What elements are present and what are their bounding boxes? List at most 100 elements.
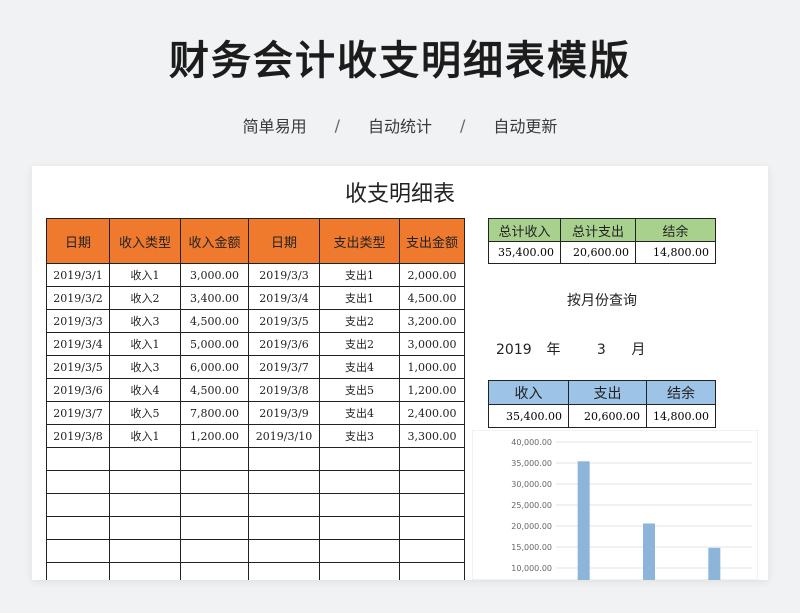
empty-cell[interactable] (180, 516, 249, 540)
cell-income-date[interactable]: 2019/3/5 (46, 355, 110, 379)
monthly-balance-value[interactable]: 14,800.00 (646, 404, 716, 428)
cell-expense-amount[interactable]: 2,400.00 (399, 401, 465, 425)
empty-cell[interactable] (109, 493, 181, 517)
empty-cell[interactable] (399, 493, 465, 517)
cell-income-date[interactable]: 2019/3/7 (46, 401, 110, 425)
cell-expense-amount[interactable]: 1,000.00 (399, 355, 465, 379)
bar-2[interactable] (708, 547, 721, 580)
cell-expense-date[interactable]: 2019/3/7 (248, 355, 320, 379)
total-expense-value[interactable]: 20,600.00 (560, 241, 636, 264)
header-expense-date[interactable]: 日期 (248, 218, 320, 264)
header-expense-amount[interactable]: 支出金额 (399, 218, 465, 264)
cell-income-date[interactable]: 2019/3/8 (46, 424, 110, 448)
header-income-type[interactable]: 收入类型 (109, 218, 181, 264)
empty-cell[interactable] (46, 493, 110, 517)
query-month[interactable]: 3 (597, 342, 627, 358)
cell-expense-amount[interactable]: 3,000.00 (399, 332, 465, 356)
cell-income-type[interactable]: 收入1 (109, 424, 181, 448)
cell-income-type[interactable]: 收入3 (109, 355, 181, 379)
cell-expense-date[interactable]: 2019/3/6 (248, 332, 320, 356)
monthly-expense-value[interactable]: 20,600.00 (568, 404, 647, 428)
cell-expense-type[interactable]: 支出1 (319, 286, 400, 310)
cell-income-type[interactable]: 收入2 (109, 286, 181, 310)
empty-cell[interactable] (399, 539, 465, 563)
cell-expense-date[interactable]: 2019/3/4 (248, 286, 320, 310)
empty-cell[interactable] (319, 493, 400, 517)
empty-cell[interactable] (399, 562, 465, 580)
empty-cell[interactable] (109, 562, 181, 580)
cell-income-amount[interactable]: 6,000.00 (180, 355, 249, 379)
empty-cell[interactable] (109, 447, 181, 471)
monthly-balance-header[interactable]: 结余 (646, 380, 716, 405)
cell-expense-type[interactable]: 支出4 (319, 355, 400, 379)
empty-cell[interactable] (109, 470, 181, 494)
cell-expense-date[interactable]: 2019/3/9 (248, 401, 320, 425)
empty-cell[interactable] (319, 516, 400, 540)
cell-expense-amount[interactable]: 2,000.00 (399, 263, 465, 287)
empty-cell[interactable] (248, 493, 320, 517)
bar-1[interactable] (643, 523, 655, 580)
cell-income-amount[interactable]: 3,400.00 (180, 286, 249, 310)
monthly-income-header[interactable]: 收入 (488, 380, 569, 405)
cell-income-amount[interactable]: 7,800.00 (180, 401, 249, 425)
cell-income-type[interactable]: 收入3 (109, 309, 181, 333)
header-expense-type[interactable]: 支出类型 (319, 218, 400, 264)
empty-cell[interactable] (46, 516, 110, 540)
empty-cell[interactable] (319, 447, 400, 471)
header-income-date[interactable]: 日期 (46, 218, 110, 264)
empty-cell[interactable] (180, 562, 249, 580)
cell-income-amount[interactable]: 3,000.00 (180, 263, 249, 287)
cell-income-date[interactable]: 2019/3/1 (46, 263, 110, 287)
cell-expense-amount[interactable]: 3,200.00 (399, 309, 465, 333)
cell-income-type[interactable]: 收入1 (109, 263, 181, 287)
empty-cell[interactable] (46, 539, 110, 563)
cell-income-date[interactable]: 2019/3/6 (46, 378, 110, 402)
cell-income-type[interactable]: 收入1 (109, 332, 181, 356)
cell-expense-type[interactable]: 支出2 (319, 309, 400, 333)
cell-expense-date[interactable]: 2019/3/10 (248, 424, 320, 448)
empty-cell[interactable] (46, 447, 110, 471)
total-expense-header[interactable]: 总计支出 (560, 218, 636, 242)
empty-cell[interactable] (248, 562, 320, 580)
cell-expense-amount[interactable]: 3,300.00 (399, 424, 465, 448)
cell-expense-date[interactable]: 2019/3/3 (248, 263, 320, 287)
empty-cell[interactable] (180, 539, 249, 563)
cell-income-date[interactable]: 2019/3/4 (46, 332, 110, 356)
empty-cell[interactable] (399, 447, 465, 471)
cell-expense-date[interactable]: 2019/3/5 (248, 309, 320, 333)
cell-expense-type[interactable]: 支出4 (319, 401, 400, 425)
balance-header[interactable]: 结余 (635, 218, 716, 242)
empty-cell[interactable] (248, 447, 320, 471)
cell-expense-type[interactable]: 支出3 (319, 424, 400, 448)
total-income-value[interactable]: 35,400.00 (488, 241, 561, 264)
cell-expense-type[interactable]: 支出1 (319, 263, 400, 287)
balance-value[interactable]: 14,800.00 (635, 241, 716, 264)
empty-cell[interactable] (399, 470, 465, 494)
cell-income-amount[interactable]: 4,500.00 (180, 309, 249, 333)
cell-income-amount[interactable]: 1,200.00 (180, 424, 249, 448)
empty-cell[interactable] (180, 447, 249, 471)
cell-expense-amount[interactable]: 4,500.00 (399, 286, 465, 310)
empty-cell[interactable] (46, 562, 110, 580)
cell-income-date[interactable]: 2019/3/3 (46, 309, 110, 333)
cell-income-amount[interactable]: 4,500.00 (180, 378, 249, 402)
cell-expense-type[interactable]: 支出2 (319, 332, 400, 356)
empty-cell[interactable] (319, 539, 400, 563)
empty-cell[interactable] (319, 562, 400, 580)
empty-cell[interactable] (46, 470, 110, 494)
monthly-income-value[interactable]: 35,400.00 (488, 404, 569, 428)
empty-cell[interactable] (319, 470, 400, 494)
bar-0[interactable] (577, 461, 590, 580)
empty-cell[interactable] (248, 539, 320, 563)
empty-cell[interactable] (180, 493, 249, 517)
cell-income-type[interactable]: 收入5 (109, 401, 181, 425)
empty-cell[interactable] (399, 516, 465, 540)
empty-cell[interactable] (248, 516, 320, 540)
cell-income-amount[interactable]: 5,000.00 (180, 332, 249, 356)
empty-cell[interactable] (248, 470, 320, 494)
monthly-expense-header[interactable]: 支出 (568, 380, 647, 405)
empty-cell[interactable] (109, 516, 181, 540)
cell-expense-type[interactable]: 支出5 (319, 378, 400, 402)
monthly-bar-chart[interactable]: 40,000.00 35,000.00 30,000.00 25,000.00 20,0… (472, 430, 758, 580)
empty-cell[interactable] (180, 470, 249, 494)
